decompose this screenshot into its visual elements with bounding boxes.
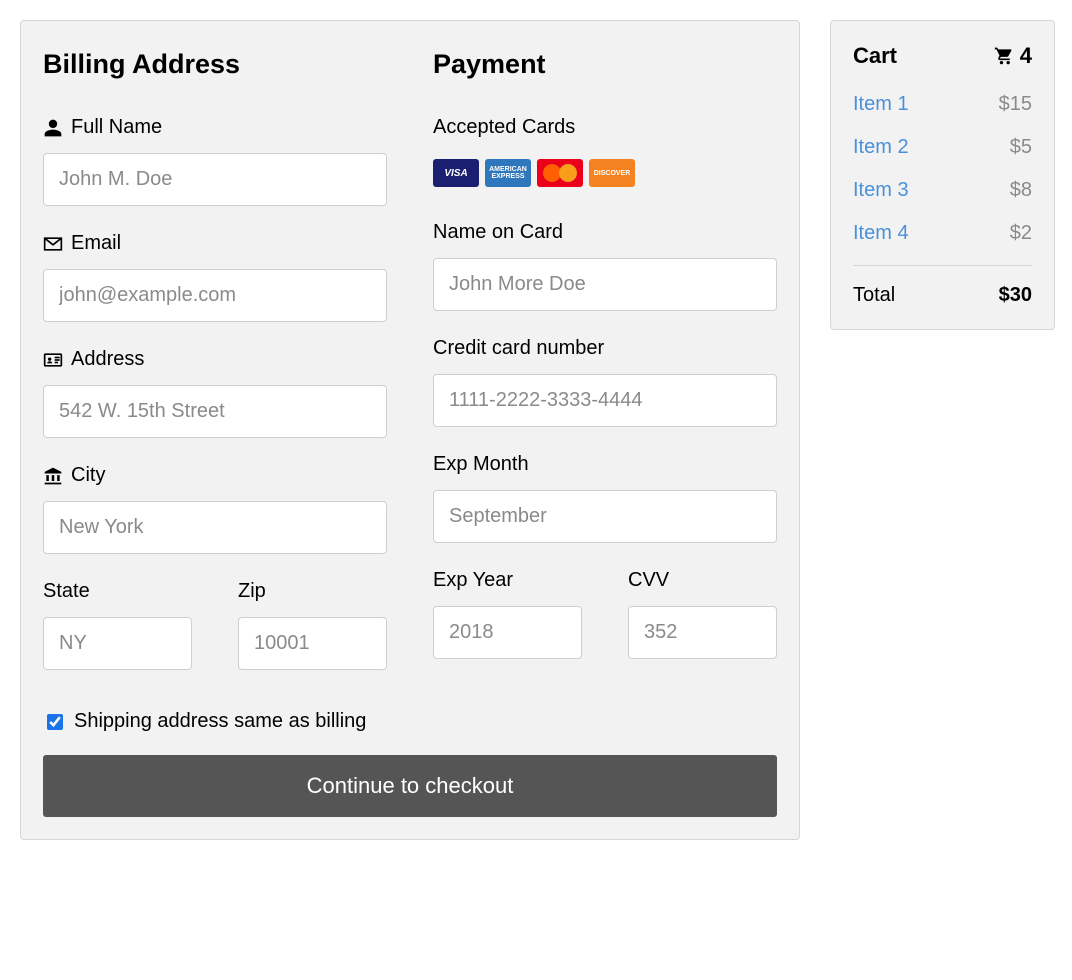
full-name-label: Full Name bbox=[43, 116, 387, 139]
email-label: Email bbox=[43, 232, 387, 255]
city-label-text: City bbox=[71, 464, 105, 487]
continue-to-checkout-button[interactable]: Continue to checkout bbox=[43, 755, 777, 817]
full-name-label-text: Full Name bbox=[71, 116, 162, 139]
amex-icon: AMERICANEXPRESS bbox=[485, 159, 531, 187]
address-label-text: Address bbox=[71, 348, 144, 371]
cart-item: Item 1 $15 bbox=[853, 93, 1032, 116]
exp-year-input[interactable] bbox=[433, 606, 582, 659]
visa-icon: VISA bbox=[433, 159, 479, 187]
address-card-icon bbox=[43, 350, 63, 370]
cart-total-value: $30 bbox=[999, 284, 1032, 307]
cc-number-input[interactable] bbox=[433, 374, 777, 427]
cart-icon bbox=[994, 46, 1014, 66]
state-input[interactable] bbox=[43, 617, 192, 670]
cart-separator bbox=[853, 265, 1032, 266]
exp-month-label: Exp Month bbox=[433, 453, 777, 476]
institution-icon bbox=[43, 466, 63, 486]
cart-item-price: $8 bbox=[1010, 179, 1032, 202]
discover-icon: DISCOVER bbox=[589, 159, 635, 187]
cart-item-link[interactable]: Item 4 bbox=[853, 222, 909, 245]
cart-item: Item 3 $8 bbox=[853, 179, 1032, 202]
address-input[interactable] bbox=[43, 385, 387, 438]
exp-month-label-text: Exp Month bbox=[433, 453, 529, 476]
user-icon bbox=[43, 118, 63, 138]
state-label: State bbox=[43, 580, 192, 603]
cvv-input[interactable] bbox=[628, 606, 777, 659]
city-input[interactable] bbox=[43, 501, 387, 554]
exp-year-label: Exp Year bbox=[433, 569, 582, 592]
accepted-cards-label: Accepted Cards bbox=[433, 116, 777, 139]
name-on-card-input[interactable] bbox=[433, 258, 777, 311]
cart-item-price: $15 bbox=[999, 93, 1032, 116]
envelope-icon bbox=[43, 234, 63, 254]
city-label: City bbox=[43, 464, 387, 487]
cart-item-link[interactable]: Item 2 bbox=[853, 136, 909, 159]
accepted-cards-icons: VISA AMERICANEXPRESS DISCOVER bbox=[433, 159, 777, 187]
same-address-checkbox[interactable] bbox=[47, 714, 63, 730]
mastercard-icon bbox=[537, 159, 583, 187]
cart-title: Cart bbox=[853, 43, 897, 69]
payment-title: Payment bbox=[433, 49, 777, 80]
billing-column: Billing Address Full Name Email bbox=[43, 43, 387, 696]
zip-input[interactable] bbox=[238, 617, 387, 670]
payment-column: Payment Accepted Cards VISA AMERICANEXPR… bbox=[433, 43, 777, 696]
cart-total-label: Total bbox=[853, 284, 895, 307]
zip-label-text: Zip bbox=[238, 580, 266, 603]
cart-panel: Cart 4 Item 1 $15 Item 2 $5 Item 3 $8 It… bbox=[830, 20, 1055, 330]
cart-count: 4 bbox=[1020, 43, 1032, 69]
cvv-label: CVV bbox=[628, 569, 777, 592]
zip-label: Zip bbox=[238, 580, 387, 603]
cart-item: Item 4 $2 bbox=[853, 222, 1032, 245]
email-input[interactable] bbox=[43, 269, 387, 322]
name-on-card-label: Name on Card bbox=[433, 221, 777, 244]
cart-item-price: $2 bbox=[1010, 222, 1032, 245]
cc-number-label-text: Credit card number bbox=[433, 337, 604, 360]
exp-year-label-text: Exp Year bbox=[433, 569, 513, 592]
billing-title: Billing Address bbox=[43, 49, 387, 80]
cart-item-link[interactable]: Item 1 bbox=[853, 93, 909, 116]
cart-item: Item 2 $5 bbox=[853, 136, 1032, 159]
cvv-label-text: CVV bbox=[628, 569, 669, 592]
same-address-label: Shipping address same as billing bbox=[74, 710, 366, 733]
checkout-form-panel: Billing Address Full Name Email bbox=[20, 20, 800, 840]
full-name-input[interactable] bbox=[43, 153, 387, 206]
cart-item-price: $5 bbox=[1010, 136, 1032, 159]
same-address-row[interactable]: Shipping address same as billing bbox=[43, 710, 777, 733]
state-label-text: State bbox=[43, 580, 90, 603]
exp-month-input[interactable] bbox=[433, 490, 777, 543]
cart-item-link[interactable]: Item 3 bbox=[853, 179, 909, 202]
name-on-card-label-text: Name on Card bbox=[433, 221, 563, 244]
address-label: Address bbox=[43, 348, 387, 371]
email-label-text: Email bbox=[71, 232, 121, 255]
cc-number-label: Credit card number bbox=[433, 337, 777, 360]
